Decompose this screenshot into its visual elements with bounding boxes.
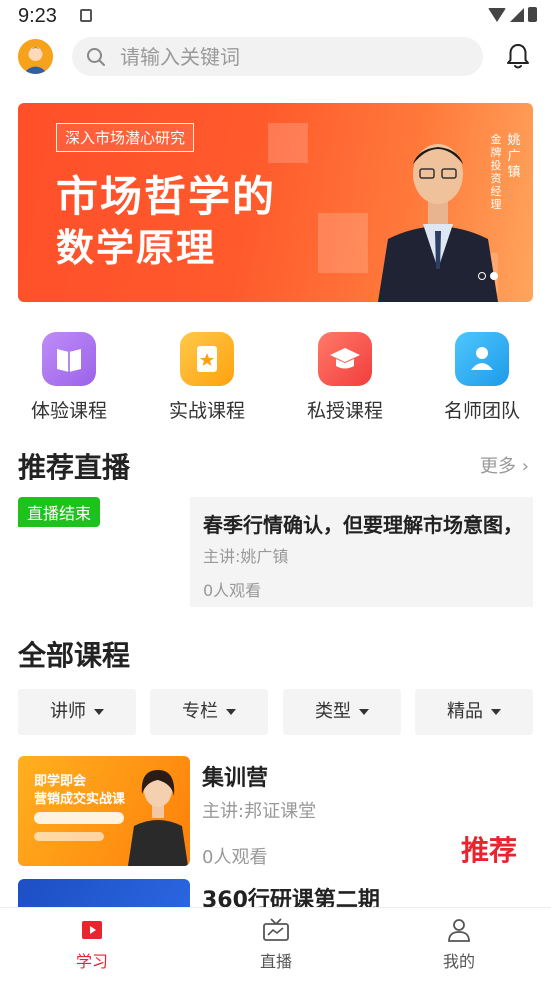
filter-label: 精品 bbox=[447, 701, 483, 722]
notebook-star-icon bbox=[180, 332, 234, 386]
thumb-line2: 营销成交实战课 bbox=[34, 792, 126, 807]
course-teacher: 主讲:邦证课堂 bbox=[202, 801, 317, 822]
caret-down-icon bbox=[94, 709, 104, 715]
category-label: 实战课程 bbox=[168, 400, 245, 422]
pagination-dot[interactable] bbox=[478, 272, 486, 280]
teacher-icon bbox=[455, 332, 509, 386]
category-trial-courses[interactable]: 体验课程 bbox=[14, 332, 124, 423]
status-indicators bbox=[488, 7, 537, 22]
banner-name: 姚广镇 bbox=[507, 133, 521, 180]
search-bar[interactable] bbox=[72, 37, 483, 76]
study-icon bbox=[82, 921, 102, 939]
banner-role: 金牌投资经理 bbox=[490, 133, 502, 211]
caret-down-icon bbox=[359, 709, 369, 715]
filter-premium[interactable]: 精品 bbox=[415, 689, 533, 735]
tv-icon bbox=[263, 918, 289, 941]
nav-study[interactable]: 学习 bbox=[42, 918, 142, 972]
live-views: 0人观看 bbox=[203, 581, 262, 600]
course-title[interactable]: 集训营 bbox=[202, 760, 268, 792]
filter-teacher[interactable]: 讲师 bbox=[18, 689, 136, 735]
banner-tag: 深入市场潜心研究 bbox=[56, 123, 195, 152]
filter-type[interactable]: 类型 bbox=[283, 689, 401, 735]
wifi-icon bbox=[488, 7, 506, 22]
promo-banner[interactable]: 深入市场潜心研究 市场哲学的 数学原理 金牌投资经理 姚广镇 bbox=[18, 103, 533, 302]
nav-label: 我的 bbox=[442, 952, 475, 971]
battery-icon bbox=[528, 7, 537, 22]
search-input[interactable] bbox=[120, 37, 470, 76]
live-teacher: 主讲:姚广镇 bbox=[203, 547, 289, 566]
nav-label: 直播 bbox=[259, 952, 292, 971]
caret-down-icon bbox=[491, 709, 501, 715]
presenter-photo bbox=[128, 770, 188, 866]
filter-column[interactable]: 专栏 bbox=[150, 689, 268, 735]
recommended-badge: 推荐 bbox=[461, 834, 518, 867]
thumb-pill bbox=[34, 812, 124, 824]
user-icon bbox=[448, 919, 470, 942]
banner-pagination bbox=[478, 272, 498, 280]
category-private-courses[interactable]: 私授课程 bbox=[290, 332, 400, 423]
bell-icon[interactable] bbox=[505, 42, 531, 70]
course-thumbnail[interactable] bbox=[18, 879, 190, 909]
caret-down-icon bbox=[226, 709, 236, 715]
filter-label: 专栏 bbox=[182, 701, 218, 722]
status-bar: 9:23 bbox=[0, 0, 551, 32]
user-avatar[interactable] bbox=[18, 39, 53, 74]
graduation-cap-icon bbox=[318, 332, 372, 386]
signal-icon bbox=[510, 7, 524, 22]
live-card[interactable]: 春季行情确认，但要理解市场意图， 主讲:姚广镇 0人观看 bbox=[190, 497, 533, 607]
more-link-label: 更多 bbox=[480, 456, 516, 477]
category-label: 私授课程 bbox=[306, 400, 383, 422]
nav-label: 学习 bbox=[75, 952, 108, 971]
courses-section-title: 全部课程 bbox=[18, 639, 131, 672]
thumb-line1: 即学即会 bbox=[34, 774, 87, 789]
more-link[interactable]: 更多 › bbox=[480, 452, 529, 478]
live-title: 春季行情确认，但要理解市场意图， bbox=[203, 513, 523, 537]
pagination-dot-active[interactable] bbox=[490, 272, 498, 280]
bottom-nav: 学习 直播 我的 bbox=[0, 907, 551, 981]
notification-icon bbox=[80, 9, 92, 22]
chevron-right-icon: › bbox=[521, 456, 529, 477]
avatar-icon bbox=[18, 39, 53, 74]
category-label: 体验课程 bbox=[30, 400, 107, 422]
course-thumbnail[interactable]: 即学即会 营销成交实战课 bbox=[18, 756, 190, 866]
thumb-pill bbox=[34, 832, 104, 841]
banner-headline: 市场哲学的 bbox=[56, 172, 277, 221]
live-ended-badge: 直播结束 bbox=[18, 497, 101, 527]
filter-label: 讲师 bbox=[50, 701, 86, 722]
book-icon bbox=[42, 332, 96, 386]
category-practical-courses[interactable]: 实战课程 bbox=[152, 332, 262, 423]
search-icon bbox=[87, 48, 105, 66]
category-famous-teachers[interactable]: 名师团队 bbox=[427, 332, 537, 423]
nav-live[interactable]: 直播 bbox=[226, 918, 326, 972]
status-time: 9:23 bbox=[18, 5, 57, 27]
filter-label: 类型 bbox=[315, 701, 351, 722]
category-label: 名师团队 bbox=[443, 400, 520, 422]
live-section-title: 推荐直播 bbox=[18, 451, 131, 484]
banner-subheadline: 数学原理 bbox=[56, 226, 217, 270]
course-views: 0人观看 bbox=[202, 847, 268, 868]
nav-mine[interactable]: 我的 bbox=[409, 918, 509, 972]
